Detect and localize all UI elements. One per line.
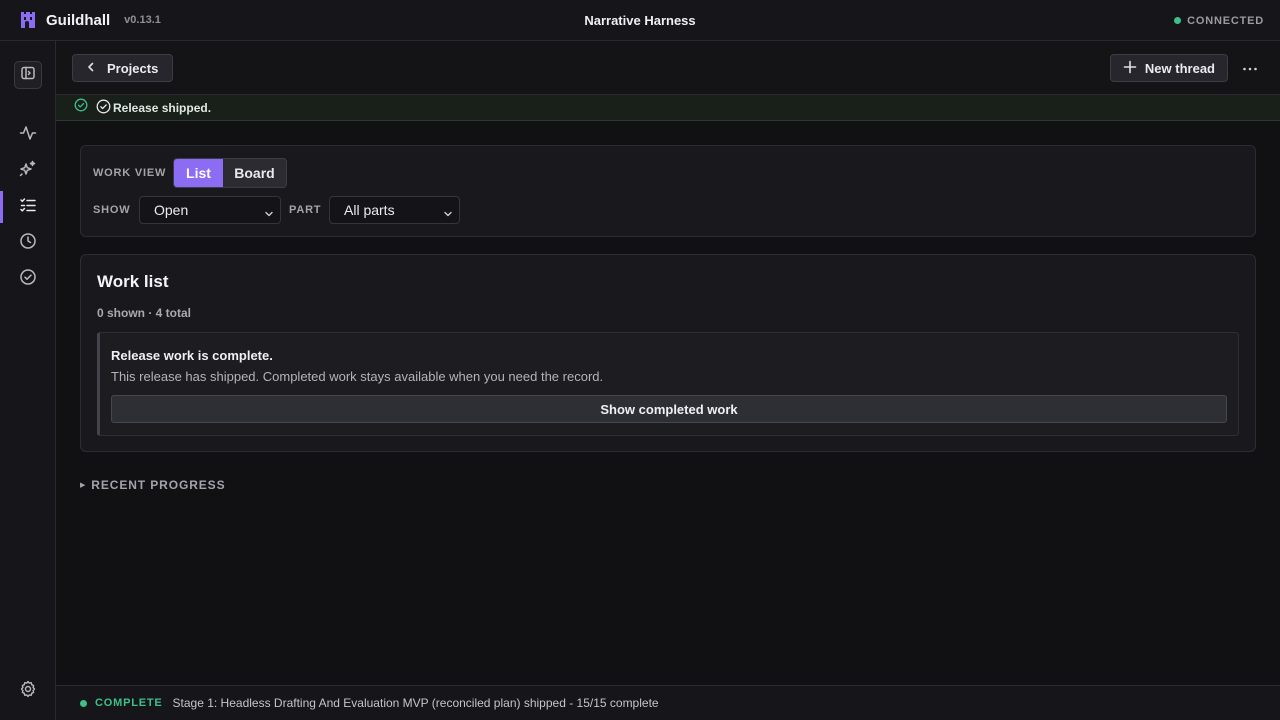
work-list-card: Work list 0 shown · 4 total Release work… (80, 254, 1256, 452)
app-name: Guildhall (46, 11, 111, 29)
part-filter-value: All parts (344, 202, 395, 218)
show-filter-value: Open (154, 202, 189, 218)
release-complete-notice: Release work is complete. This release h… (97, 332, 1239, 436)
chevron-down-icon (443, 206, 453, 222)
sidebar-item-ai[interactable] (0, 155, 56, 187)
window-title: Narrative Harness (584, 12, 696, 28)
disclosure-triangle-icon: ▶ (80, 482, 87, 489)
banner-text: Release shipped. (113, 100, 212, 115)
connection-status: CONNECTED (1174, 0, 1264, 41)
sidebar (0, 41, 56, 720)
view-option-board[interactable]: Board (223, 159, 286, 187)
sparkles-icon (19, 160, 37, 183)
recent-progress-label: RECENT PROGRESS (91, 478, 226, 492)
sidebar-toggle-icon (20, 65, 36, 86)
sidebar-item-done[interactable] (0, 263, 56, 295)
notice-body: This release has shipped. Completed work… (111, 369, 604, 384)
more-options-button[interactable] (1240, 58, 1260, 78)
new-thread-button[interactable]: New thread (1109, 54, 1228, 82)
gear-icon (19, 680, 37, 703)
check-circle-icon (19, 268, 37, 291)
status-dot-icon (80, 699, 87, 707)
sidebar-item-activity[interactable] (0, 119, 56, 151)
banner-message: Release shipped. (96, 99, 211, 117)
release-banner: Release shipped. (56, 95, 1280, 121)
checklist-icon (19, 196, 37, 219)
chevron-left-icon (85, 61, 97, 76)
part-filter-select[interactable]: All parts (329, 196, 460, 224)
view-option-list[interactable]: List (174, 159, 223, 187)
sidebar-toggle-button[interactable] (14, 61, 42, 89)
app-version: v0.13.1 (124, 14, 161, 26)
success-check-icon (74, 98, 88, 117)
sub-header: Projects New thread (56, 41, 1280, 95)
check-circle-small-icon (96, 99, 111, 117)
show-filter-select[interactable]: Open (139, 196, 281, 224)
work-view-label: WORK VIEW (93, 167, 167, 179)
brand: Guildhall v0.13.1 (0, 10, 161, 30)
sidebar-item-history[interactable] (0, 227, 56, 259)
activity-icon (19, 124, 37, 147)
status-tag: COMPLETE (95, 697, 163, 709)
status-bar: COMPLETE Stage 1: Headless Drafting And … (56, 685, 1280, 720)
new-thread-label: New thread (1144, 60, 1215, 76)
work-list-count: 0 shown · 4 total (97, 306, 192, 320)
work-list-title: Work list (97, 272, 169, 291)
clock-icon (19, 232, 37, 255)
work-view-filters: WORK VIEW List Board SHOW Open PART All … (80, 145, 1256, 237)
connection-status-label: CONNECTED (1187, 14, 1264, 27)
connection-dot-icon (1174, 17, 1182, 24)
top-bar: Guildhall v0.13.1 Narrative Harness CONN… (0, 0, 1280, 41)
work-view-toggle: List Board (173, 158, 287, 188)
guildhall-logo-icon (18, 10, 38, 30)
part-filter-label: PART (289, 204, 322, 216)
status-text: Stage 1: Headless Drafting And Evaluatio… (172, 696, 659, 710)
sidebar-item-work[interactable] (0, 191, 56, 223)
recent-progress-toggle[interactable]: ▶ RECENT PROGRESS (80, 478, 225, 492)
plus-icon (1123, 60, 1137, 77)
back-to-projects-button[interactable]: Projects (72, 54, 174, 82)
settings-button[interactable] (0, 675, 56, 707)
show-filter-label: SHOW (93, 204, 131, 216)
show-completed-work-button[interactable]: Show completed work (111, 395, 1227, 423)
more-horizontal-icon (1242, 59, 1258, 77)
back-button-label: Projects (107, 60, 159, 76)
notice-title: Release work is complete. (111, 348, 273, 363)
chevron-down-icon (264, 206, 274, 222)
